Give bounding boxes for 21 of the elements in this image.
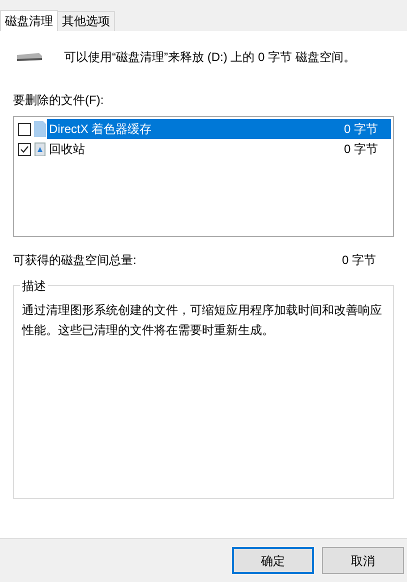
checkbox[interactable] [18, 122, 31, 136]
total-label: 可获得的磁盘空间总量: [13, 252, 136, 269]
tab[interactable]: 其他选项 [58, 11, 115, 31]
file-name: 回收站 [49, 141, 85, 158]
checkbox[interactable] [18, 142, 31, 156]
file-row[interactable]: DirectX 着色器缓存 0 字节 [47, 119, 391, 139]
file-row[interactable]: 回收站 0 字节 [47, 139, 391, 159]
description-title: 描述 [20, 277, 48, 295]
file-icon [34, 121, 46, 137]
recycle-bin-icon [34, 142, 46, 156]
drive-icon [15, 52, 43, 62]
tab[interactable]: 磁盘清理 [0, 10, 58, 31]
dialog-button[interactable]: 确定 [232, 547, 314, 574]
summary-text: 可以使用“磁盘清理”来释放 (D:) 上的 0 字节 磁盘空间。 [64, 49, 356, 66]
files-label: 要删除的文件(F): [13, 92, 105, 109]
file-name: DirectX 着色器缓存 [49, 121, 152, 138]
description-text: 通过清理图形系统创建的文件，可缩短应用程序加载时间和改善响应性能。这些已清理的文件将在需要时重新生成。 [22, 302, 383, 339]
file-size: 0 字节 [344, 141, 378, 158]
dialog-button[interactable]: 取消 [322, 547, 404, 574]
file-size: 0 字节 [344, 121, 378, 138]
total-value: 0 字节 [342, 252, 376, 269]
